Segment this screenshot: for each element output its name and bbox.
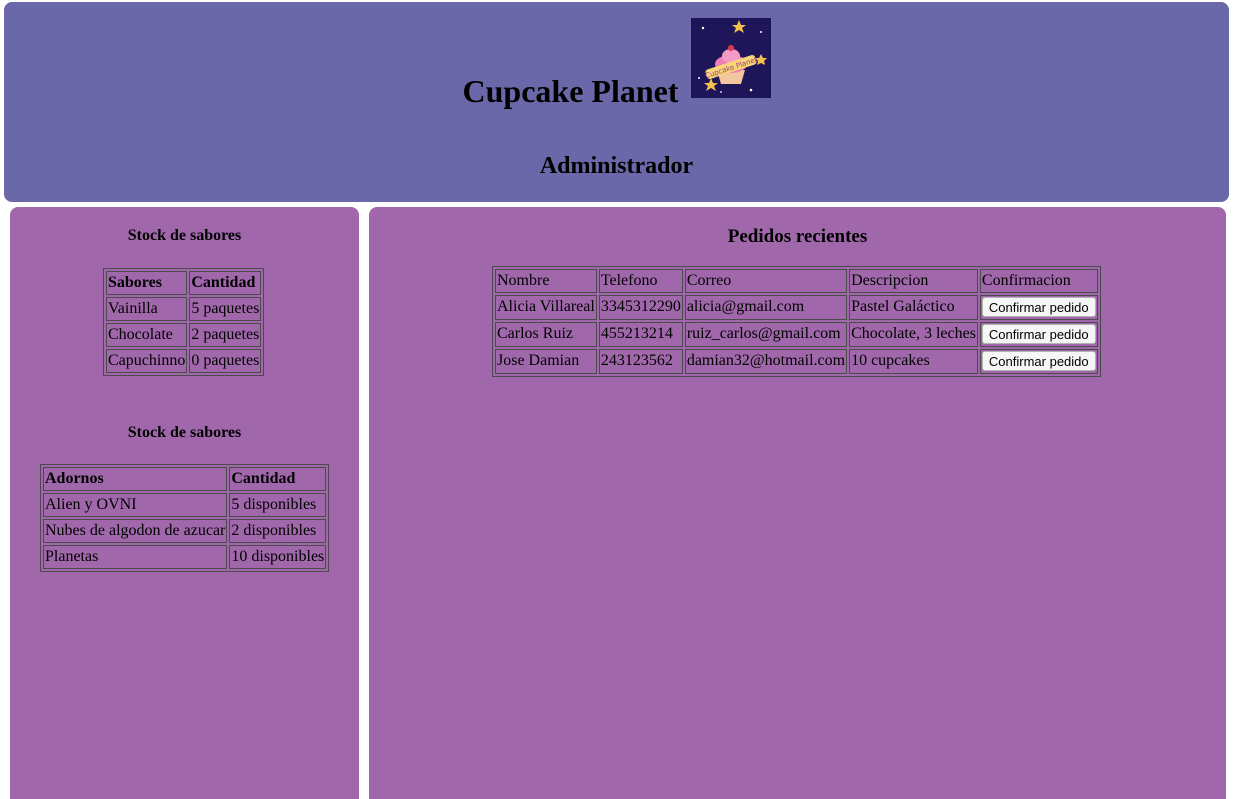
- toppings-title: Stock de sabores: [127, 424, 242, 441]
- order-confirmation: Confirmar pedido: [979, 295, 1098, 320]
- order-description: Chocolate, 3 leches: [849, 322, 978, 347]
- table-row: Carlos Ruiz 455213214 ruiz_carlos@gmail.…: [495, 322, 1098, 347]
- orders-table: Nombre Telefono Correo Descripcion Confi…: [492, 266, 1101, 377]
- table-cell: Nubes de algodon de azucar: [43, 519, 228, 543]
- confirm-order-button[interactable]: Confirmar pedido: [981, 324, 1096, 344]
- table-cell: 2 paquetes: [189, 323, 262, 347]
- order-email: alicia@gmail.com: [684, 295, 848, 320]
- order-confirmation: Confirmar pedido: [979, 322, 1098, 347]
- order-phone: 3345312290: [598, 295, 683, 320]
- table-cell: Planetas: [43, 545, 228, 569]
- table-cell: 5 disponibles: [229, 493, 327, 517]
- orders-title: Pedidos recientes: [727, 226, 868, 247]
- stock-panel: Stock de sabores Sabores Cantidad Vainil…: [10, 207, 359, 799]
- column-header: Sabores: [106, 271, 188, 295]
- column-header: Cantidad: [229, 467, 327, 491]
- order-email: damian32@hotmail.com: [684, 349, 848, 374]
- table-cell: 5 paquetes: [189, 297, 262, 321]
- table-cell: 0 paquetes: [189, 349, 262, 373]
- order-description: 10 cupcakes: [849, 349, 978, 374]
- table-header-row: Sabores Cantidad: [106, 271, 262, 295]
- table-row: Capuchinno 0 paquetes: [106, 349, 262, 373]
- table-cell: Capuchinno: [106, 349, 188, 373]
- table-cell: Alien y OVNI: [43, 493, 228, 517]
- column-header: Descripcion: [849, 269, 978, 293]
- orders-panel: Pedidos recientes Nombre Telefono Correo…: [369, 207, 1226, 799]
- order-phone: 243123562: [598, 349, 683, 374]
- column-header: Telefono: [598, 269, 683, 293]
- confirm-order-button[interactable]: Confirmar pedido: [981, 351, 1096, 371]
- cupcake-planet-logo-icon: Cupcake Planet: [690, 18, 771, 98]
- table-row: Alicia Villareal 3345312290 alicia@gmail…: [495, 295, 1098, 320]
- order-phone: 455213214: [598, 322, 683, 347]
- table-row: Alien y OVNI 5 disponibles: [43, 493, 327, 517]
- table-row: Chocolate 2 paquetes: [106, 323, 262, 347]
- table-cell: Vainilla: [106, 297, 188, 321]
- table-header-row: Adornos Cantidad: [43, 467, 327, 491]
- table-header-row: Nombre Telefono Correo Descripcion Confi…: [495, 269, 1098, 293]
- column-header: Adornos: [43, 467, 228, 491]
- column-header: Correo: [684, 269, 848, 293]
- site-title: Cupcake Planet: [462, 73, 679, 109]
- order-name: Jose Damian: [495, 349, 597, 374]
- table-row: Vainilla 5 paquetes: [106, 297, 262, 321]
- table-row: Jose Damian 243123562 damian32@hotmail.c…: [495, 349, 1098, 374]
- header: Cupcake Planet Cupcake Planet Administra…: [4, 2, 1229, 202]
- brand: Cupcake Planet Cupcake Planet: [4, 18, 1229, 110]
- flavors-title: Stock de sabores: [127, 227, 242, 244]
- order-confirmation: Confirmar pedido: [979, 349, 1098, 374]
- column-header: Nombre: [495, 269, 597, 293]
- order-description: Pastel Galáctico: [849, 295, 978, 320]
- confirm-order-button[interactable]: Confirmar pedido: [981, 297, 1096, 317]
- table-cell: 2 disponibles: [229, 519, 327, 543]
- toppings-table: Adornos Cantidad Alien y OVNI 5 disponib…: [40, 464, 330, 572]
- order-name: Alicia Villareal: [495, 295, 597, 320]
- order-name: Carlos Ruiz: [495, 322, 597, 347]
- order-email: ruiz_carlos@gmail.com: [684, 322, 848, 347]
- table-cell: Chocolate: [106, 323, 188, 347]
- table-row: Nubes de algodon de azucar 2 disponibles: [43, 519, 327, 543]
- table-cell: 10 disponibles: [229, 545, 327, 569]
- page-subtitle: Administrador: [539, 153, 694, 179]
- column-header: Cantidad: [189, 271, 262, 295]
- column-header: Confirmacion: [979, 269, 1098, 293]
- flavors-table: Sabores Cantidad Vainilla 5 paquetes Cho…: [103, 268, 265, 376]
- table-row: Planetas 10 disponibles: [43, 545, 327, 569]
